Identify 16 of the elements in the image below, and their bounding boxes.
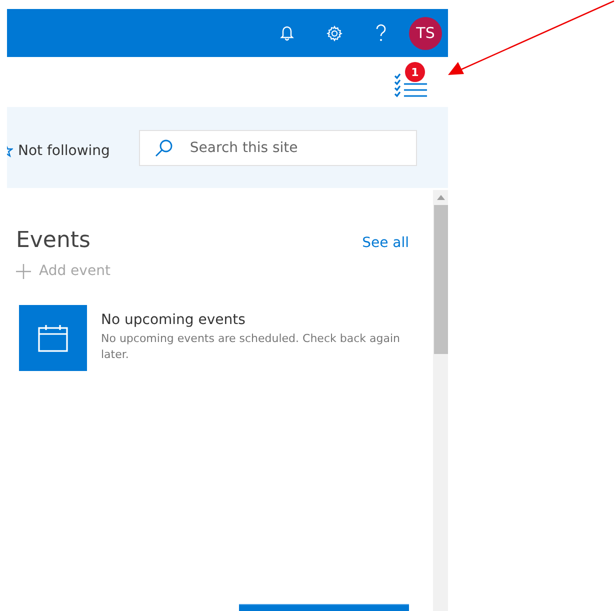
notification-icon[interactable] — [280, 25, 294, 41]
help-icon[interactable] — [375, 23, 387, 43]
empty-state-message: No upcoming events are scheduled. Check back again later. — [101, 331, 401, 363]
calendar-icon — [38, 324, 68, 352]
empty-state-title: No upcoming events — [101, 312, 246, 328]
see-all-link[interactable]: See all — [362, 235, 409, 251]
search-field[interactable]: Search this site — [138, 130, 417, 166]
plus-icon — [16, 264, 31, 278]
scrollbar-thumb[interactable] — [434, 205, 448, 354]
settings-icon[interactable] — [326, 24, 343, 42]
user-avatar[interactable]: TS — [409, 16, 442, 50]
follow-status[interactable]: Not following — [18, 142, 110, 158]
notification-badge: 1 — [405, 62, 425, 82]
scrollbar[interactable] — [433, 190, 448, 611]
section-title: Events — [16, 228, 90, 253]
scroll-up-icon[interactable] — [436, 195, 444, 200]
